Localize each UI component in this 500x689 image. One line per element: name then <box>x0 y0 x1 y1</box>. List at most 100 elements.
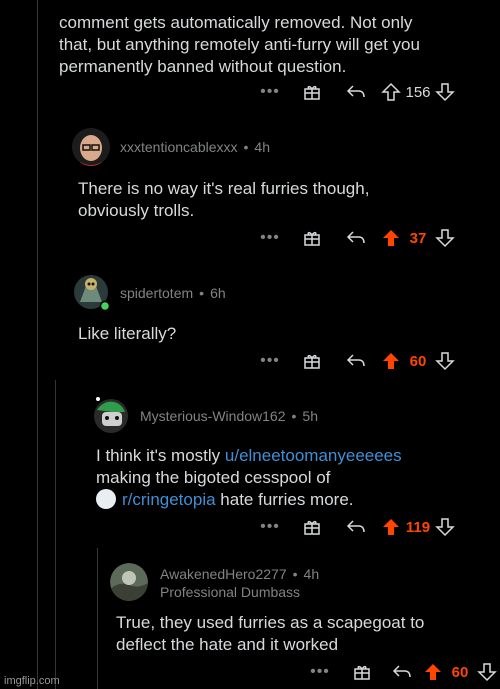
comment-text: hate furries more. <box>215 490 354 509</box>
thread-line <box>55 380 56 689</box>
comment-line: I think it's mostly u/elneetoomanyeeeees <box>96 445 491 467</box>
downvote-button[interactable] <box>432 228 458 248</box>
reply-button[interactable] <box>334 83 378 101</box>
more-options-button[interactable]: ••• <box>250 518 290 536</box>
gift-icon <box>304 354 320 369</box>
comment-actions: ••• 60 <box>250 349 458 373</box>
reply-icon <box>346 354 365 367</box>
reply-icon <box>346 231 365 244</box>
downvote-arrow-icon <box>435 518 455 537</box>
reply-button[interactable] <box>334 352 378 370</box>
thread-line <box>97 548 98 689</box>
award-button[interactable] <box>290 83 334 101</box>
downvote-button[interactable] <box>474 662 500 682</box>
upvote-button[interactable] <box>378 517 404 537</box>
user-avatar-icon <box>72 128 110 166</box>
downvote-arrow-icon <box>435 352 455 371</box>
user-flair: Professional Dumbass <box>160 584 301 600</box>
user-avatar-icon <box>74 275 111 312</box>
more-options-button[interactable]: ••• <box>250 229 290 247</box>
comment-header: Mysterious-Window162 • 5h <box>140 408 318 424</box>
upvote-arrow-icon <box>383 519 399 535</box>
gift-icon <box>304 231 320 246</box>
separator: • <box>291 408 297 424</box>
score: 60 <box>409 352 427 370</box>
downvote-button[interactable] <box>432 351 458 371</box>
gift-icon <box>304 520 320 535</box>
separator: • <box>292 566 298 582</box>
comment-line: There is no way it's real furries though… <box>78 179 370 198</box>
comment-actions: ••• 37 <box>250 226 458 250</box>
subreddit-link[interactable]: r/cringetopia <box>122 490 216 509</box>
comment-body: Like literally? <box>78 323 488 345</box>
award-button[interactable] <box>290 229 334 247</box>
more-options-button[interactable]: ••• <box>250 352 290 370</box>
comment-line: True, they used furries as a scapegoat t… <box>116 613 425 632</box>
comment-text: I think it's mostly <box>96 446 225 465</box>
comment-line: comment gets automatically removed. Not … <box>59 13 413 32</box>
reply-icon <box>346 85 365 98</box>
downvote-button[interactable] <box>432 517 458 537</box>
comment-line: Like literally? <box>78 324 177 343</box>
upvote-button[interactable] <box>420 662 446 682</box>
gift-icon <box>354 665 370 680</box>
comment-body: There is no way it's real furries though… <box>78 178 488 222</box>
score: 119 <box>405 518 431 536</box>
comment-line: r/cringetopia hate furries more. <box>96 488 491 511</box>
reply-button[interactable] <box>384 663 420 681</box>
more-options-button[interactable]: ••• <box>300 663 340 681</box>
comment-actions: ••• 156 <box>250 80 458 104</box>
comment-actions: ••• 119 <box>250 515 458 539</box>
score: 156 <box>405 83 431 101</box>
downvote-arrow-icon <box>477 663 497 682</box>
more-options-button[interactable]: ••• <box>250 83 290 101</box>
upvote-button[interactable] <box>378 351 404 371</box>
avatar[interactable] <box>72 272 111 312</box>
username[interactable]: xxxtentioncablexxx <box>120 139 238 155</box>
score: 37 <box>409 229 427 247</box>
timestamp: 6h <box>210 285 226 301</box>
thread-line <box>37 0 38 689</box>
award-button[interactable] <box>340 663 384 681</box>
separator: • <box>243 139 249 155</box>
downvote-arrow-icon <box>435 83 455 102</box>
gift-icon <box>304 85 320 100</box>
comment-body: I think it's mostly u/elneetoomanyeeeees… <box>96 445 491 511</box>
avatar[interactable] <box>72 128 110 166</box>
award-button[interactable] <box>290 518 334 536</box>
username[interactable]: spidertotem <box>120 285 193 301</box>
user-avatar-icon <box>94 397 128 433</box>
comment-line: that, but anything remotely anti-furry w… <box>59 35 420 54</box>
downvote-button[interactable] <box>432 82 458 102</box>
upvote-arrow-icon <box>383 353 399 369</box>
user-avatar-icon <box>110 563 148 601</box>
upvote-button[interactable] <box>378 228 404 248</box>
score: 60 <box>451 663 469 681</box>
reply-button[interactable] <box>334 229 378 247</box>
watermark: imgflip.com <box>4 675 60 687</box>
timestamp: 4h <box>254 139 270 155</box>
comment-line: permanently banned without question. <box>59 57 347 76</box>
username[interactable]: Mysterious-Window162 <box>140 408 286 424</box>
comment-header: xxxtentioncablexxx • 4h <box>120 139 270 155</box>
comment-actions: ••• 60 <box>300 660 500 684</box>
reply-icon <box>346 520 365 533</box>
comment-line: deflect the hate and it worked <box>116 635 339 654</box>
comment-line: obviously trolls. <box>78 201 195 220</box>
downvote-arrow-icon <box>435 229 455 248</box>
upvote-button[interactable] <box>378 82 404 102</box>
avatar[interactable] <box>110 563 148 601</box>
timestamp: 5h <box>302 408 318 424</box>
comment-line: making the bigoted cesspool of <box>96 468 331 487</box>
comment-body: comment gets automatically removed. Not … <box>59 12 489 78</box>
award-button[interactable] <box>290 352 334 370</box>
subreddit-icon <box>96 488 116 509</box>
avatar[interactable] <box>92 396 130 434</box>
username[interactable]: AwakenedHero2277 <box>160 566 287 582</box>
reply-button[interactable] <box>334 518 378 536</box>
reply-icon <box>392 665 411 678</box>
comment-body: True, they used furries as a scapegoat t… <box>116 612 491 656</box>
timestamp: 4h <box>303 566 320 582</box>
user-mention-link[interactable]: u/elneetoomanyeeeees <box>225 446 402 465</box>
comment-header: AwakenedHero2277 • 4h <box>160 566 319 582</box>
